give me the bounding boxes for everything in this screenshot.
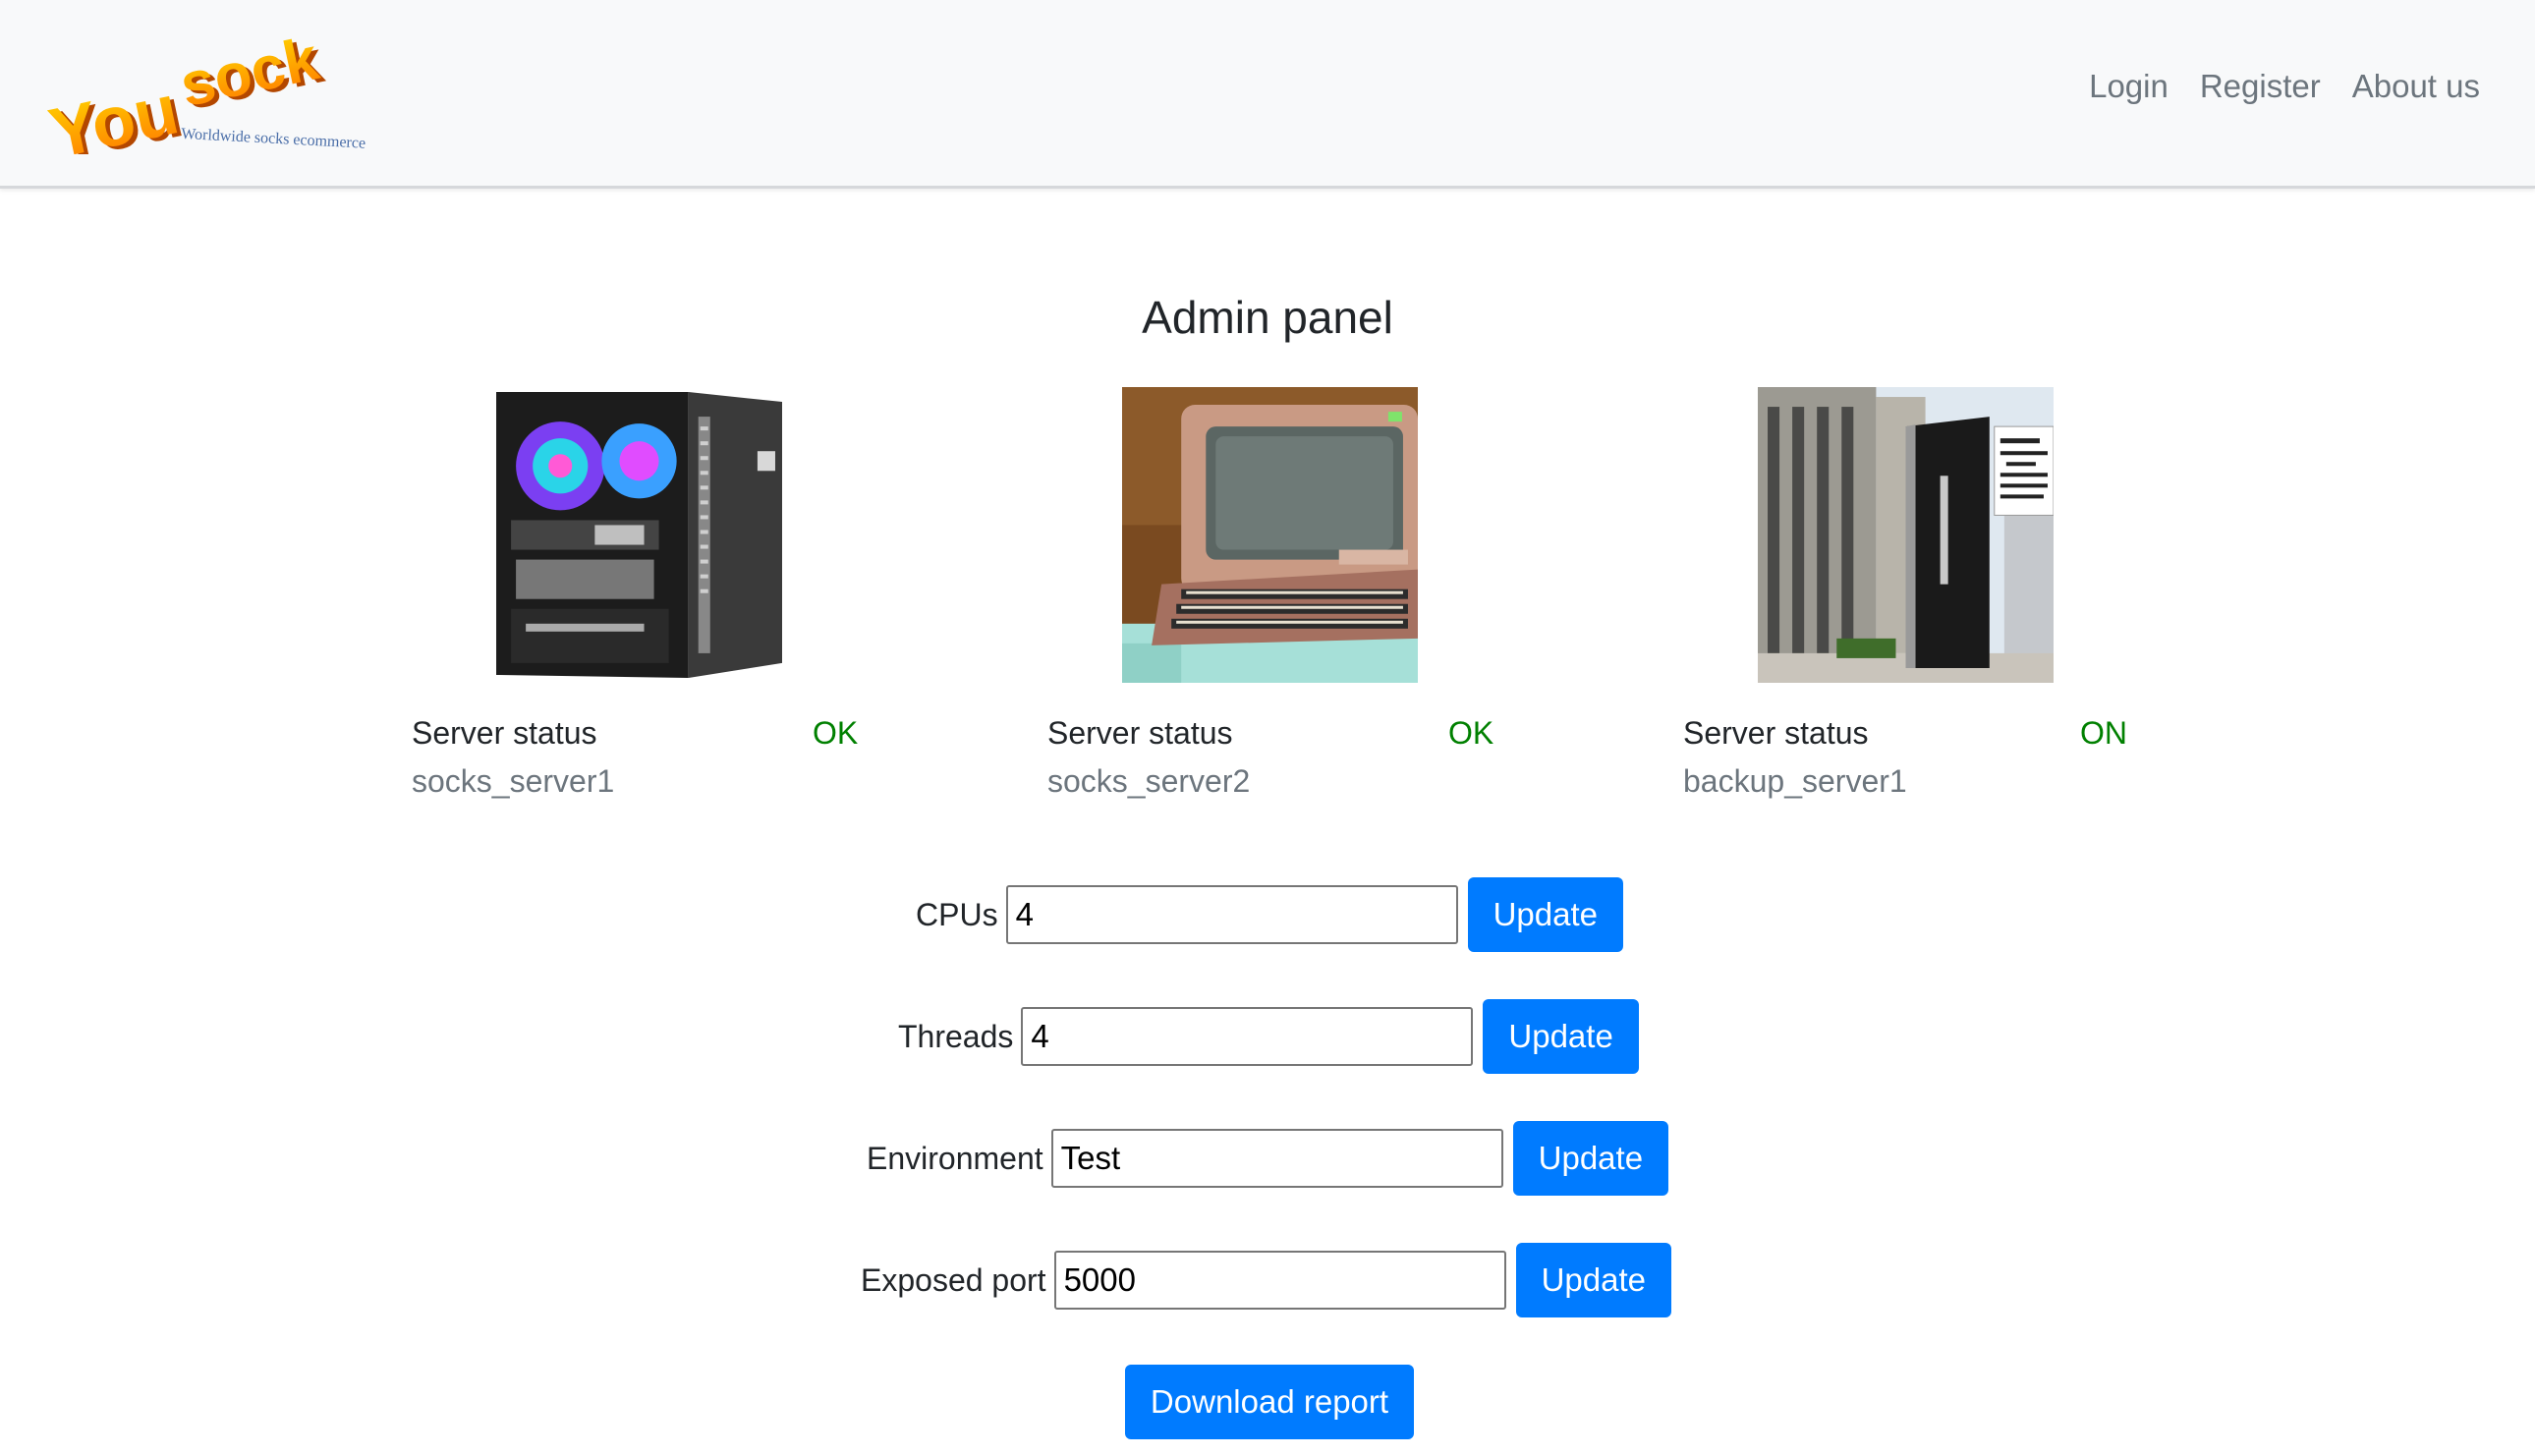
server-status-label: Server status bbox=[1683, 715, 1869, 751]
retro-computer-image bbox=[1122, 387, 1418, 683]
threads-input[interactable] bbox=[1021, 1007, 1474, 1066]
cpus-row: CPUs Update bbox=[916, 876, 1623, 953]
nav-register-link[interactable]: Register bbox=[2200, 63, 2321, 110]
page-title: Admin panel bbox=[1142, 292, 1393, 343]
cpus-input[interactable] bbox=[1005, 885, 1458, 944]
cpus-label: CPUs bbox=[916, 896, 998, 932]
environment-label: Environment bbox=[867, 1140, 1043, 1176]
download-report-button[interactable]: Download report bbox=[1125, 1365, 1414, 1439]
environment-row: Environment Update bbox=[867, 1120, 1669, 1197]
server-status-label: Server status bbox=[412, 715, 597, 751]
svg-text:sock: sock bbox=[175, 25, 325, 120]
server-card: Server status OK socks_server2 bbox=[1047, 387, 1499, 810]
server-status-value: OK bbox=[813, 715, 859, 751]
server-status-label: Server status bbox=[1047, 715, 1233, 751]
server-name: backup_server1 bbox=[1683, 763, 1907, 799]
exposed-port-input[interactable] bbox=[1053, 1251, 1506, 1310]
server-status-value: ON bbox=[2080, 715, 2127, 751]
server-card: Server status OK socks_server1 bbox=[412, 387, 864, 810]
threads-row: Threads Update bbox=[898, 998, 1639, 1075]
exposed-port-row: Exposed port Update bbox=[861, 1242, 1671, 1318]
svg-text:Worldwide socks ecommerce: Worldwide socks ecommerce bbox=[181, 126, 366, 152]
server-name: socks_server2 bbox=[1047, 763, 1251, 799]
threads-label: Threads bbox=[898, 1018, 1014, 1054]
nav-about-link[interactable]: About us bbox=[2352, 63, 2480, 110]
svg-text:You: You bbox=[43, 70, 185, 154]
brand-logo[interactable]: You You sock sock Worldwide socks ecomme… bbox=[43, 22, 367, 177]
environment-update-button[interactable]: Update bbox=[1512, 1121, 1669, 1196]
tower-pc-image bbox=[486, 387, 782, 683]
cpus-update-button[interactable]: Update bbox=[1467, 877, 1623, 952]
server-name: socks_server1 bbox=[412, 763, 615, 799]
server-card: Server status ON backup_server1 bbox=[1683, 387, 2135, 810]
server-status-value: OK bbox=[1448, 715, 1494, 751]
nav-login-link[interactable]: Login bbox=[2089, 63, 2169, 110]
exposed-port-update-button[interactable]: Update bbox=[1515, 1243, 1671, 1317]
navbar: You You sock sock Worldwide socks ecomme… bbox=[0, 0, 2535, 189]
exposed-port-label: Exposed port bbox=[861, 1261, 1046, 1298]
nav-links: Login Register About us bbox=[2089, 63, 2480, 110]
server-monolith-image bbox=[1758, 387, 2054, 683]
environment-input[interactable] bbox=[1050, 1129, 1503, 1188]
threads-update-button[interactable]: Update bbox=[1483, 999, 1639, 1074]
